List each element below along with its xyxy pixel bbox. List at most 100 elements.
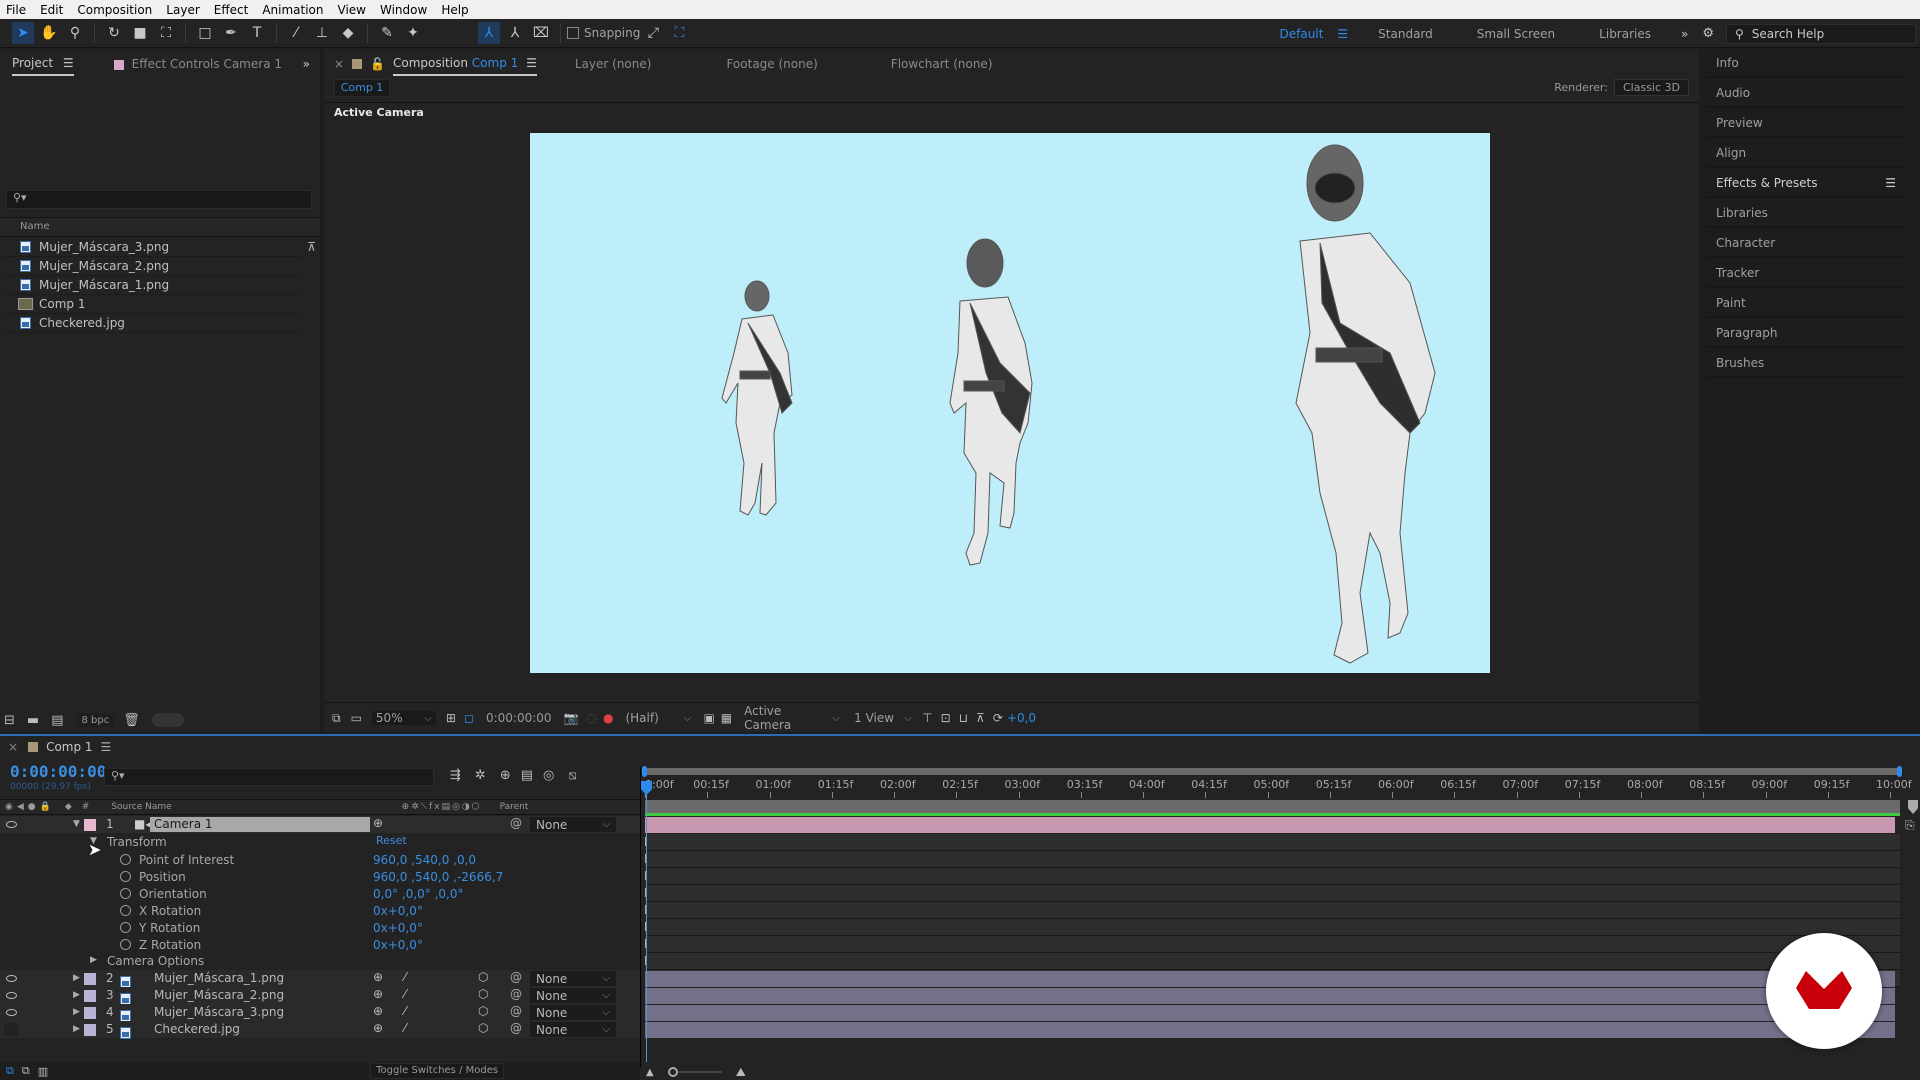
stopwatch-icon[interactable] <box>120 922 131 933</box>
expand-triangle-icon[interactable]: ▶ <box>73 990 80 1000</box>
workspace-libraries[interactable]: Libraries <box>1599 27 1651 41</box>
local-axis-icon[interactable]: ⅄ <box>478 22 500 44</box>
snap-option-icon[interactable]: ⤢ <box>642 22 664 44</box>
view-layout-dropdown[interactable]: 1 View <box>850 711 916 725</box>
camera-options-group[interactable]: ▶ Camera Options <box>0 953 640 970</box>
search-help-input[interactable]: ⚲ Search Help <box>1726 23 1916 44</box>
puppet-pin-tool-icon[interactable]: ✦ <box>402 22 424 44</box>
current-time-display[interactable]: 0:00:00:00 <box>486 711 552 725</box>
parent-dropdown[interactable]: None <box>530 817 616 832</box>
solo-switch-icon[interactable]: ● <box>28 802 36 812</box>
always-preview-icon[interactable]: ⧉ <box>332 711 341 726</box>
mask-visibility-icon[interactable]: ◻ <box>464 711 474 725</box>
delete-icon[interactable]: 🗑 <box>123 713 140 728</box>
panel-preview[interactable]: Preview <box>1706 109 1906 138</box>
rotate-tool-icon[interactable]: ↻ <box>103 22 125 44</box>
project-item[interactable]: Checkered.jpg <box>2 314 302 333</box>
3d-layer-switch-icon[interactable]: ⬡ <box>478 970 488 984</box>
current-time-timecode[interactable]: 0:00:00:00 <box>10 762 106 781</box>
layer-label-swatch[interactable] <box>84 990 96 1002</box>
snapshot-camera-icon[interactable]: 📷 <box>564 711 579 725</box>
comp-breadcrumb[interactable]: Comp 1 <box>334 79 390 97</box>
layer-name[interactable]: Checkered.jpg <box>154 1022 240 1036</box>
column-header-name[interactable]: Name <box>0 217 320 237</box>
property-row[interactable]: Z Rotation 0x+0,0° <box>0 936 640 953</box>
camera-view-dropdown[interactable]: Active Camera <box>740 704 844 732</box>
tab-footage[interactable]: Footage (none) <box>726 53 817 75</box>
column-parent[interactable]: Parent <box>500 802 529 812</box>
bit-depth-button[interactable]: 8 bpc <box>75 713 116 727</box>
tab-effect-controls[interactable]: Effect Controls Camera 1 <box>113 53 282 75</box>
flowchart-icon[interactable]: ⊼ <box>976 711 985 725</box>
modes-pane-icon[interactable]: ⧉ <box>22 1064 30 1078</box>
menu-view[interactable]: View <box>338 3 366 17</box>
menu-layer[interactable]: Layer <box>166 3 199 17</box>
roto-brush-tool-icon[interactable]: ✎ <box>376 22 398 44</box>
timeline-search-input[interactable]: ⚲▾ <box>104 768 434 786</box>
shy-switch-icon[interactable]: ⊕ <box>373 1021 383 1035</box>
shy-switch-icon[interactable]: ⊕ <box>373 987 383 1001</box>
reset-exposure-icon[interactable]: ⟳ <box>993 711 1003 725</box>
renderer-button[interactable]: Classic 3D <box>1613 79 1689 96</box>
layer-row[interactable]: ▶ 3 Mujer_Máscara_2.png ⊕ ⁄ ⬡ @ None <box>0 987 640 1005</box>
layer-marker-icon[interactable]: ⎘ <box>1905 818 1915 833</box>
eraser-tool-icon[interactable]: ◆ <box>337 22 359 44</box>
panel-audio[interactable]: Audio <box>1706 79 1906 108</box>
column-source-name[interactable]: Source Name <box>111 802 171 812</box>
magnification-dropdown[interactable]: 50% <box>371 711 436 725</box>
layer-row[interactable]: ▶ 2 Mujer_Máscara_1.png ⊕ ⁄ ⬡ @ None <box>0 970 640 988</box>
3d-layer-switch-icon[interactable]: ⬡ <box>478 1021 488 1035</box>
work-area-bar[interactable] <box>645 800 1900 813</box>
pen-tool-icon[interactable]: ✒ <box>220 22 242 44</box>
property-value[interactable]: 960,0 ,540,0 ,-2666,7 <box>373 870 503 884</box>
layer-name[interactable]: Camera 1 <box>150 817 370 832</box>
parent-dropdown[interactable]: None <box>530 988 616 1003</box>
draft-3d-icon[interactable]: ✲ <box>475 768 486 783</box>
menu-edit[interactable]: Edit <box>40 3 63 17</box>
property-row[interactable]: Point of Interest 960,0 ,540,0 ,0,0 <box>0 851 640 868</box>
camera-layer-bar[interactable] <box>645 817 1895 833</box>
menu-help[interactable]: Help <box>441 3 468 17</box>
thumbnail-slider[interactable] <box>151 713 184 727</box>
pickwhip-icon[interactable]: @ <box>510 816 522 830</box>
timeline-icon[interactable]: ⊔ <box>959 711 968 725</box>
panel-character[interactable]: Character <box>1706 229 1906 258</box>
visibility-eye-icon[interactable] <box>6 1009 17 1016</box>
composition-mini-flowchart-icon[interactable]: ⇶ <box>450 768 461 783</box>
layer-label-swatch[interactable] <box>84 1007 96 1019</box>
show-snapshot-icon[interactable]: ◌ <box>586 711 596 725</box>
tab-timeline-comp[interactable]: Comp 1 <box>46 740 92 754</box>
project-item[interactable]: Mujer_Máscara_3.png ⊼ <box>2 238 316 257</box>
close-tab-icon[interactable]: × <box>334 57 344 71</box>
column-number[interactable]: # <box>82 802 90 812</box>
time-ruler[interactable]: 0:00f 00:15f 01:00f 01:15f 02:00f 02:15f 03:00… <box>645 776 1912 800</box>
more-workspaces-icon[interactable]: » <box>1681 27 1688 41</box>
new-folder-icon[interactable]: ▬ <box>27 713 39 728</box>
tab-composition[interactable]: Composition Comp 1 ☰ <box>393 52 537 76</box>
layer-bar[interactable] <box>645 971 1895 987</box>
property-row[interactable]: Position 960,0 ,540,0 ,-2666,7 <box>0 868 640 885</box>
time-navigator-bar[interactable] <box>645 768 1900 775</box>
property-row[interactable]: X Rotation 0x+0,0° <box>0 902 640 919</box>
panel-info[interactable]: Info <box>1706 49 1906 78</box>
panel-menu-icon[interactable]: ☰ <box>101 740 112 754</box>
in-out-pane-icon[interactable]: ▥ <box>38 1065 48 1078</box>
layer-label-swatch[interactable] <box>84 819 96 831</box>
workspace-standard[interactable]: Standard <box>1378 27 1433 41</box>
visibility-eye-icon[interactable] <box>6 821 17 828</box>
panel-effects-presets[interactable]: Effects & Presets ☰ <box>1706 169 1906 198</box>
property-value[interactable]: 0x+0,0° <box>373 904 423 918</box>
panel-tracker[interactable]: Tracker <box>1706 259 1906 288</box>
quality-switch-icon[interactable]: ⁄ <box>404 1004 406 1018</box>
monitor-icon[interactable]: ▭ <box>351 711 362 725</box>
resolution-dropdown[interactable]: (Half) <box>621 711 695 725</box>
interpret-footage-icon[interactable]: ⊟ <box>4 713 15 728</box>
3d-layer-switch-icon[interactable]: ⬡ <box>478 987 488 1001</box>
property-value[interactable]: 0x+0,0° <box>373 938 423 952</box>
exposure-value[interactable]: +0,0 <box>1007 711 1036 725</box>
layer-name[interactable]: Mujer_Máscara_3.png <box>154 1005 284 1019</box>
quality-switch-icon[interactable]: ⁄ <box>404 987 406 1001</box>
clone-stamp-tool-icon[interactable]: ⊥ <box>311 22 333 44</box>
property-value[interactable]: 0x+0,0° <box>373 921 423 935</box>
layer-row[interactable]: ▶ 4 Mujer_Máscara_3.png ⊕ ⁄ ⬡ @ None <box>0 1004 640 1022</box>
